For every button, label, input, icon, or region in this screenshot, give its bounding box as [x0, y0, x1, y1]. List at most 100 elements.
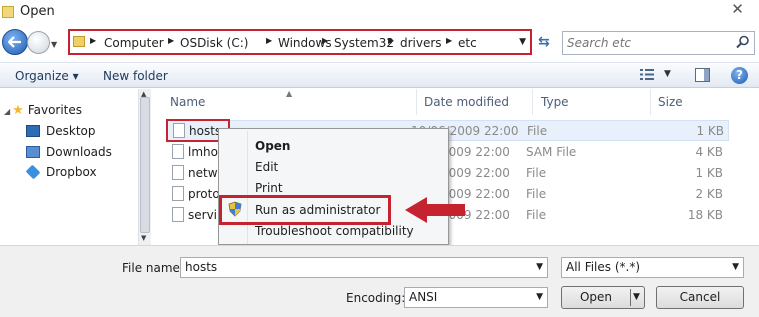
menu-item-edit[interactable]: Edit [255, 160, 278, 174]
encoding-value: ANSI [409, 290, 438, 304]
chevron-down-icon[interactable]: ▼ [536, 292, 543, 302]
file-name: proto [188, 187, 220, 201]
annotation-arrow-icon [405, 197, 465, 223]
scroll-down-icon[interactable]: ▼ [141, 234, 146, 242]
menu-item-print[interactable]: Print [255, 181, 283, 195]
chevron-down-icon[interactable]: ▼ [536, 262, 543, 272]
file-icon [172, 207, 184, 222]
file-icon [172, 165, 184, 180]
search-box[interactable] [562, 31, 755, 55]
organize-button[interactable]: Organize ▾ [15, 69, 79, 83]
column-header-type[interactable]: Type [541, 95, 569, 109]
file-icon [172, 186, 184, 201]
history-dropdown-icon[interactable]: ▼ [51, 40, 57, 49]
menu-item-troubleshoot-compatibility[interactable]: Troubleshoot compatibility [255, 224, 414, 238]
menu-gutter [247, 131, 248, 244]
sidebar-item-downloads[interactable]: Downloads [26, 145, 112, 159]
menu-item-open[interactable]: Open [255, 139, 290, 153]
sidebar-item-label: Desktop [46, 124, 96, 138]
command-bar: Organize ▾ New folder ▼ ? [0, 62, 759, 88]
folder-icon [73, 36, 85, 47]
file-size: 18 KB [687, 208, 723, 222]
dropbox-icon [25, 164, 41, 180]
column-header-name[interactable]: Name [170, 95, 205, 109]
new-folder-button[interactable]: New folder [103, 69, 168, 83]
sidebar-item-desktop[interactable]: Desktop [26, 124, 96, 138]
back-arrow-icon [8, 36, 21, 48]
downloads-icon [26, 146, 40, 158]
file-icon [172, 144, 184, 159]
file-type: SAM File [526, 145, 577, 159]
open-button-label: Open [579, 290, 613, 304]
file-name-input[interactable]: hosts [185, 260, 217, 274]
file-type: File [527, 124, 548, 138]
file-type-filter-value: All Files (*.*) [566, 260, 641, 274]
file-type: File [526, 187, 547, 201]
chevron-right-icon[interactable]: ▶ [168, 36, 174, 45]
breadcrumb-drivers[interactable]: drivers [400, 36, 442, 50]
address-row: ▼ ▶ Computer ▶ OSDisk (C:) ▶ Windows ▶ S… [0, 24, 759, 62]
column-divider[interactable] [650, 89, 651, 115]
scroll-thumb[interactable] [140, 97, 150, 233]
help-icon[interactable]: ? [731, 67, 748, 84]
file-name-label: File name: [122, 261, 184, 275]
file-type: File [526, 208, 547, 222]
search-icon[interactable] [736, 35, 750, 49]
file-size: 1 KB [695, 166, 723, 180]
desktop-icon [26, 125, 40, 137]
column-divider[interactable] [416, 89, 417, 115]
nav-scrollbar[interactable]: ▲ ▼ [138, 89, 151, 245]
encoding-dropdown[interactable]: ANSI ▼ [404, 287, 548, 308]
file-name: servi [188, 208, 218, 222]
sidebar-item-label: Favorites [27, 103, 83, 117]
breadcrumb-osdisk[interactable]: OSDisk (C:) [180, 36, 248, 50]
breadcrumb-etc[interactable]: etc [458, 36, 477, 50]
context-menu: Open Edit Print Run as administrator Tro… [218, 128, 449, 245]
app-icon [2, 6, 14, 18]
close-button[interactable]: ✕ [716, 0, 759, 20]
sort-ascending-icon: ▲ [286, 89, 293, 98]
search-input[interactable] [567, 35, 727, 51]
column-header-date[interactable]: Date modified [424, 95, 509, 109]
open-button[interactable]: Open ▼ [561, 286, 645, 309]
chevron-right-icon[interactable]: ▶ [90, 36, 96, 45]
sidebar-item-dropbox[interactable]: Dropbox [25, 164, 97, 180]
chevron-right-icon[interactable]: ▶ [266, 36, 272, 45]
sidebar-item-label: Downloads [46, 145, 112, 159]
column-header-size[interactable]: Size [658, 95, 683, 109]
address-bar[interactable]: ▶ Computer ▶ OSDisk (C:) ▶ Windows ▶ Sys… [68, 29, 532, 55]
chevron-right-icon[interactable]: ▶ [388, 36, 394, 45]
star-icon: ★ [12, 103, 24, 118]
file-size: 1 KB [696, 124, 724, 138]
breadcrumb-computer[interactable]: Computer [104, 36, 164, 50]
collapse-icon[interactable]: ◢ [4, 107, 10, 116]
chevron-right-icon[interactable]: ▶ [446, 36, 452, 45]
window-title: Open [20, 4, 55, 19]
file-name-combobox[interactable]: hosts ▼ [180, 257, 548, 278]
annotation-highlight-box [219, 195, 391, 225]
forward-button[interactable] [27, 31, 50, 54]
file-type-filter-dropdown[interactable]: All Files (*.*) ▼ [561, 257, 744, 278]
sidebar-item-favorites[interactable]: ◢ ★ Favorites [4, 103, 82, 118]
preview-pane-icon[interactable] [695, 68, 710, 82]
back-button[interactable] [2, 29, 28, 55]
open-dropdown-icon[interactable]: ▼ [633, 287, 640, 308]
split-divider [630, 289, 631, 306]
view-icon[interactable] [640, 69, 654, 80]
column-divider[interactable] [532, 89, 533, 115]
file-size: 2 KB [695, 187, 723, 201]
encoding-label: Encoding: [346, 291, 406, 305]
chevron-down-icon[interactable]: ▼ [732, 262, 739, 272]
dialog-footer: File name: hosts ▼ All Files (*.*) ▼ Enc… [0, 245, 759, 317]
refresh-icon[interactable]: ⇆ [538, 34, 550, 50]
cancel-button[interactable]: Cancel [656, 286, 744, 309]
address-dropdown-icon[interactable]: ▼ [519, 37, 526, 47]
file-size: 4 KB [695, 145, 723, 159]
breadcrumb-system32[interactable]: System32 [334, 36, 394, 50]
chevron-right-icon[interactable]: ▶ [322, 36, 328, 45]
file-type: File [526, 166, 547, 180]
view-dropdown-icon[interactable]: ▼ [664, 69, 671, 79]
title-bar: Open ✕ [0, 0, 759, 24]
sidebar-item-label: Dropbox [46, 165, 97, 179]
navigation-pane: ◢ ★ Favorites Desktop Downloads Dropbox [0, 89, 138, 245]
